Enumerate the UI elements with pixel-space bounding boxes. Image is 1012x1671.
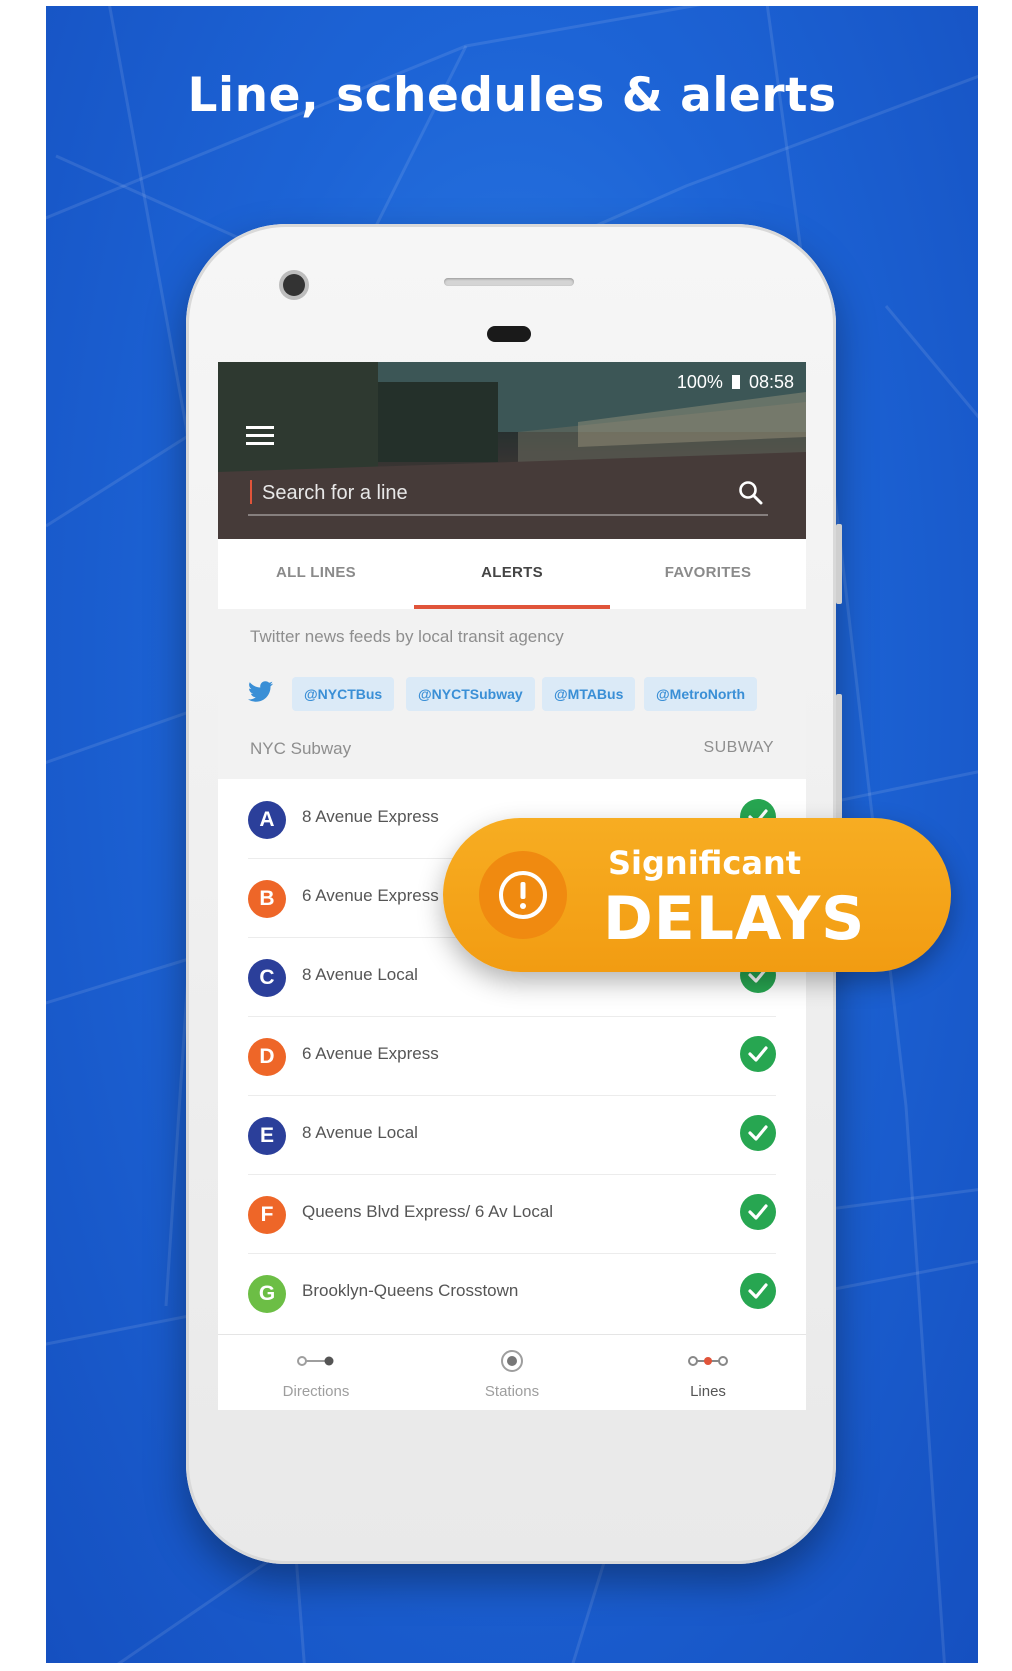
directions-icon [297,1356,334,1366]
menu-icon[interactable] [246,426,274,450]
line-name: 6 Avenue Express [302,1044,439,1063]
nav-lines[interactable]: Lines [610,1335,806,1410]
nav-directions[interactable]: Directions [218,1335,414,1410]
text-cursor [250,480,252,504]
line-name: 8 Avenue Local [302,965,418,984]
line-badge: A [248,801,286,839]
line-name: Brooklyn-Queens Crosstown [302,1281,519,1300]
status-ok-icon [740,1036,776,1072]
status-ok-icon [740,1273,776,1309]
feeds-title: Twitter news feeds by local transit agen… [250,627,564,646]
search-input[interactable] [260,478,704,508]
line-row[interactable]: G Brooklyn-Queens Crosstown [218,1253,806,1333]
alert-title: Significant [608,844,802,882]
volume-button [836,524,842,604]
line-badge: E [248,1117,286,1155]
line-name: 8 Avenue Local [302,1123,418,1142]
search-icon[interactable] [738,480,764,506]
alert-icon-ring [479,851,567,939]
earpiece-speaker [444,278,574,286]
section-type-label: SUBWAY [703,739,774,756]
tab-bar: ALL LINES ALERTS FAVORITES [218,539,806,610]
bottom-navigation: Directions Stations Lines [218,1334,806,1410]
battery-level: 100% [676,372,723,392]
search-bar [248,474,768,516]
tab-alerts[interactable]: ALERTS [414,539,610,609]
twitter-handle-list: @NYCTBus @NYCTSubway @MTABus @MetroNorth [248,677,806,713]
status-bar: 100% 08:58 [677,372,794,393]
nav-stations[interactable]: Stations [414,1335,610,1410]
lines-icon [688,1356,728,1366]
line-name: Queens Blvd Express/ 6 Av Local [302,1202,554,1221]
station-icon [501,1350,523,1372]
line-badge: G [248,1275,286,1313]
nav-label: Lines [690,1383,726,1400]
twitter-handle-chip[interactable]: @NYCTBus [292,677,395,711]
twitter-feeds-section: Twitter news feeds by local transit agen… [218,609,806,779]
line-badge: F [248,1196,286,1234]
nav-label: Directions [282,1383,350,1400]
clock: 08:58 [748,372,794,392]
tab-favorites[interactable]: FAVORITES [610,539,806,609]
line-row[interactable]: D 6 Avenue Express [218,1016,806,1096]
twitter-handle-chip[interactable]: @MTABus [542,677,636,711]
promo-headline: Line, schedules & alerts [187,68,837,123]
battery-icon [731,375,740,389]
tab-all-lines[interactable]: ALL LINES [218,539,414,609]
line-name: 8 Avenue Express [302,807,439,826]
line-row[interactable]: E 8 Avenue Local [218,1095,806,1175]
line-row[interactable]: F Queens Blvd Express/ 6 Av Local [218,1174,806,1254]
twitter-handle-chip[interactable]: @NYCTSubway [406,677,535,711]
nav-label: Stations [484,1383,540,1400]
status-ok-icon [740,1194,776,1230]
twitter-handle-chip[interactable]: @MetroNorth [644,677,758,711]
exclamation-icon [499,871,547,919]
line-name: 6 Avenue Express [302,886,439,905]
alert-headline: DELAYS [603,884,866,954]
line-badge: C [248,959,286,997]
twitter-icon [248,681,273,702]
front-camera [283,274,305,296]
app-header: 100% 08:58 [218,362,806,539]
section-title: NYC Subway [250,739,352,758]
status-ok-icon [740,1115,776,1151]
proximity-sensor [487,326,531,342]
line-badge: B [248,880,286,918]
delay-alert-banner: Significant DELAYS [443,818,951,972]
line-badge: D [248,1038,286,1076]
